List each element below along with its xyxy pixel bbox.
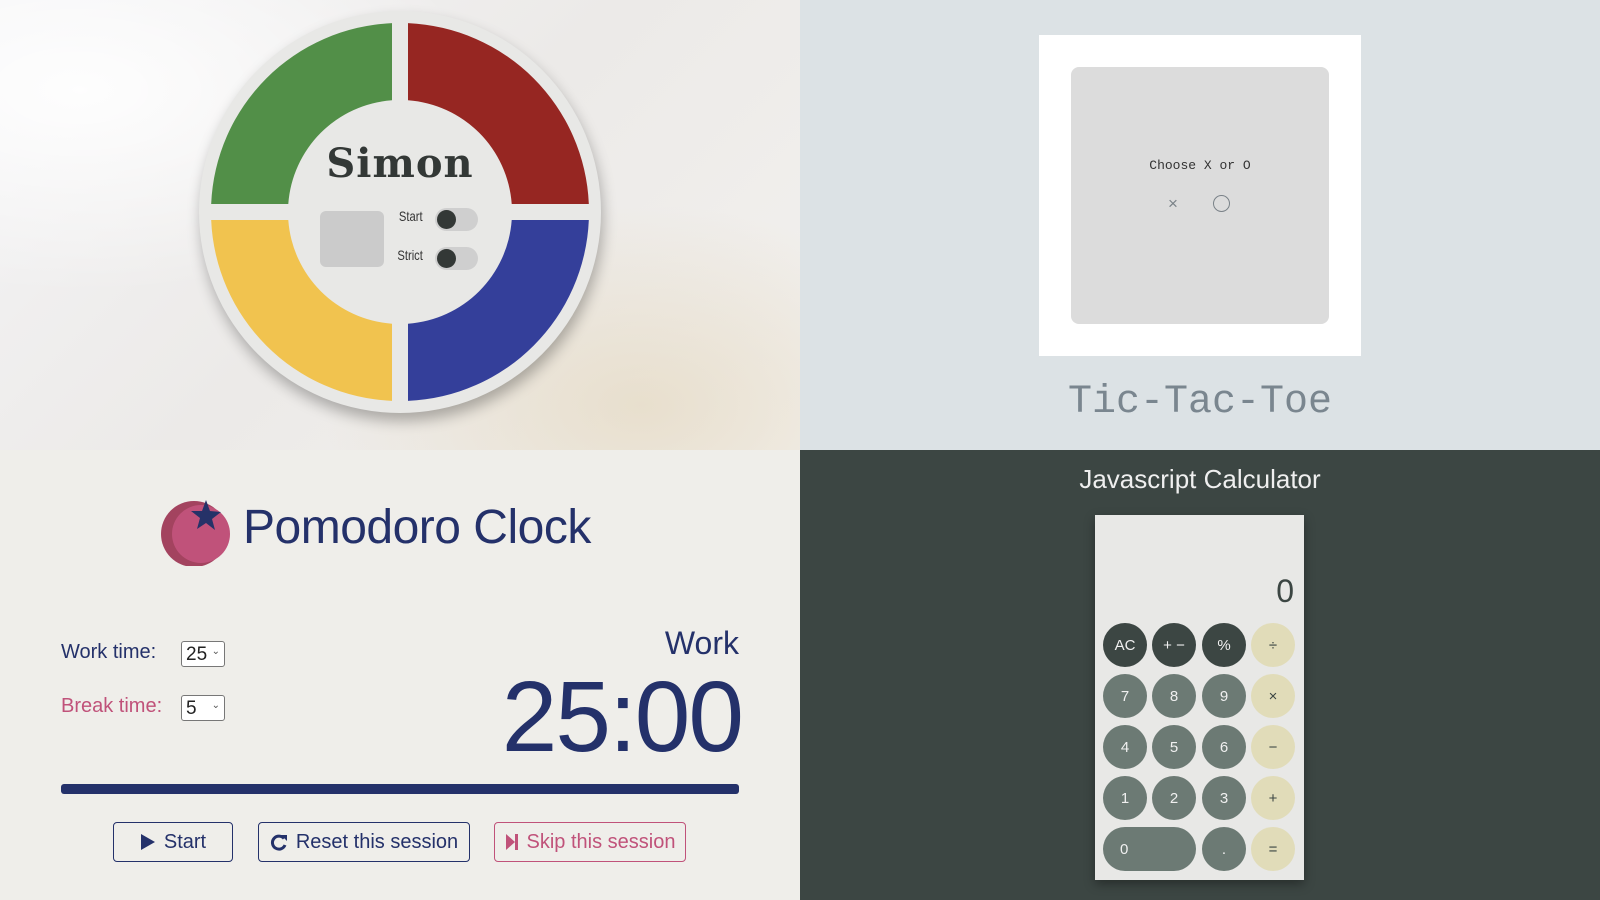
simon-start-toggle[interactable] [435, 208, 478, 231]
work-time-value: 25 [186, 644, 208, 665]
reset-session-button[interactable]: Reset this session [258, 822, 470, 862]
calculator-display: 0 [1276, 573, 1294, 609]
skip-button-label: Skip this session [526, 830, 676, 853]
reset-button-label: Reset this session [295, 830, 459, 853]
calc-button-0[interactable]: 0 [1103, 827, 1196, 871]
simon-center-panel: Simon Start Strict [288, 100, 512, 324]
break-time-select[interactable]: 5 ⌄ [181, 695, 225, 721]
calc-button-2[interactable]: 2 [1152, 776, 1196, 820]
tictactoe-panel: Choose X or O × Tic-Tac-Toe [800, 0, 1600, 450]
calculator-panel: Javascript Calculator 0 AC + −% ÷ 7 8 9 × 4 5 6− 1… [800, 450, 1600, 900]
start-button[interactable]: Start [113, 822, 233, 862]
skip-forward-icon [505, 834, 518, 850]
calc-button-4[interactable]: 4 [1103, 725, 1147, 769]
pomodoro-panel: Pomodoro Clock Work time: 25 ⌄ Break tim… [0, 450, 800, 900]
calc-button-percent[interactable]: % [1202, 623, 1246, 667]
choose-prompt: Choose X or O [1149, 158, 1251, 173]
tictactoe-frame: Choose X or O × [1039, 35, 1361, 356]
calc-button-negate[interactable]: + − [1152, 623, 1196, 667]
play-icon [140, 834, 155, 850]
calc-button-divide[interactable]: ÷ [1251, 623, 1295, 667]
page-title: Pomodoro Clock [243, 501, 591, 554]
toggle-knob [437, 210, 456, 229]
progress-fill [61, 784, 739, 794]
calc-button-1[interactable]: 1 [1103, 776, 1147, 820]
session-mode-label: Work [664, 625, 739, 661]
calc-button-equals[interactable]: = [1251, 827, 1295, 871]
simon-start-label: Start [399, 208, 423, 224]
chevron-down-icon: ⌄ [211, 700, 220, 711]
simon-strict-toggle[interactable] [435, 247, 478, 270]
calc-button-6[interactable]: 6 [1202, 725, 1246, 769]
calc-button-3[interactable]: 3 [1202, 776, 1246, 820]
tomato-icon [161, 500, 230, 566]
timer-display: 25:00 [501, 661, 744, 773]
calc-button-7[interactable]: 7 [1103, 674, 1147, 718]
calc-button-8[interactable]: 8 [1152, 674, 1196, 718]
break-time-label: Break time: [61, 695, 163, 717]
calc-button-decimal[interactable]: . [1202, 827, 1246, 871]
chevron-down-icon: ⌄ [211, 646, 220, 657]
calc-button-5[interactable]: 5 [1152, 725, 1196, 769]
choose-x-button[interactable]: × [1168, 194, 1178, 214]
calc-button-add[interactable]: + [1251, 776, 1295, 820]
calc-button-clear[interactable]: AC [1103, 623, 1147, 667]
calculator-title: Javascript Calculator [1079, 464, 1321, 494]
skip-session-button[interactable]: Skip this session [494, 822, 686, 862]
work-time-select[interactable]: 25 ⌄ [181, 641, 225, 667]
calculator-body: 0 AC + −% ÷ 7 8 9 × 4 5 6− 1 2 3 +0. = [1095, 515, 1304, 880]
break-time-value: 5 [186, 698, 197, 719]
tictactoe-board: Choose X or O × [1071, 67, 1329, 324]
simon-title: Simon [326, 140, 474, 187]
session-progress-bar [61, 784, 739, 794]
simon-panel: Simon Start Strict [0, 0, 800, 450]
toggle-knob [437, 249, 456, 268]
work-time-label: Work time: [61, 641, 157, 663]
calc-button-9[interactable]: 9 [1202, 674, 1246, 718]
reset-icon [270, 834, 287, 851]
tictactoe-title: Tic-Tac-Toe [1067, 380, 1333, 425]
start-button-label: Start [163, 830, 207, 853]
calc-button-multiply[interactable]: × [1251, 674, 1295, 718]
simon-strict-label: Strict [397, 247, 423, 263]
simon-count-display [320, 211, 384, 267]
choose-o-button[interactable] [1213, 195, 1230, 212]
calc-button-subtract[interactable]: − [1251, 725, 1295, 769]
